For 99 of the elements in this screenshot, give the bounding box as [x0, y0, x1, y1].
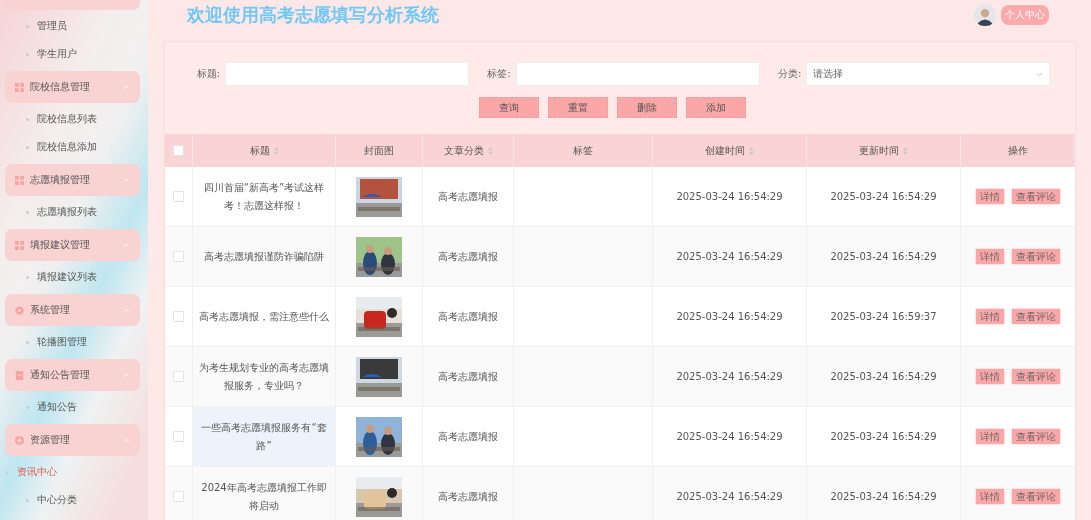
row-action-button[interactable]: 详情 [976, 249, 1004, 264]
field-label: 标签: [486, 67, 511, 81]
chevron-icon [123, 242, 130, 248]
row-action-button[interactable]: 详情 [976, 189, 1004, 204]
field-label: 分类: [776, 67, 802, 81]
menu-item[interactable]: 院校信息列表 [0, 105, 97, 133]
table-cell: 高考志愿填报，需注意些什么 [193, 287, 336, 346]
chevron-icon [123, 307, 130, 313]
menu-group-label: 志愿填报管理 [30, 173, 91, 187]
row-action-button[interactable]: 查看评论 [1012, 429, 1060, 444]
chevron-icon [123, 437, 130, 443]
column-header: 封面图 [364, 143, 394, 158]
table-cell: 2025-03-24 16:54:29 [653, 467, 807, 520]
menu-group-label: 资源管理 [30, 433, 71, 447]
menu-group-header[interactable]: 志愿填报管理 [5, 164, 140, 196]
table-cell: 2025-03-24 16:54:29 [653, 227, 807, 286]
plus-circle-icon [15, 435, 24, 445]
row-action-button[interactable]: 查看评论 [1012, 249, 1060, 264]
row-action-button[interactable]: 详情 [976, 369, 1004, 384]
sort-icon[interactable] [487, 146, 493, 155]
menu-group-label: 院校信息管理 [30, 80, 91, 94]
chevron-icon [123, 84, 130, 90]
menu-item[interactable]: 学生用户 [0, 40, 77, 68]
table-cell: 高考志愿填报 [423, 287, 514, 346]
avatar-icon[interactable] [974, 4, 996, 26]
menu-group-label: 通知公告管理 [30, 368, 91, 382]
column-header[interactable]: 创建时间 [705, 143, 745, 158]
table-cell: 2025-03-24 16:54:29 [807, 467, 961, 520]
table-cell: 四川首届“新高考”考试这样考！志愿这样报！ [193, 167, 336, 226]
row-action-button[interactable]: 查看评论 [1012, 369, 1060, 384]
grid-icon [15, 82, 24, 92]
column-header: 操作 [1007, 143, 1028, 158]
document-icon [15, 370, 24, 380]
grid-icon [15, 175, 24, 185]
table-cell: 2024年高考志愿填报工作即将启动 [193, 467, 336, 520]
select-field[interactable]: 请选择 [806, 62, 1051, 86]
row-action-button[interactable]: 详情 [976, 309, 1004, 324]
menu-group-header[interactable]: 资源管理 [5, 424, 140, 456]
table-cell: 高考志愿填报 [423, 227, 514, 286]
column-header[interactable]: 更新时间 [859, 143, 899, 158]
row-action-button[interactable]: 查看评论 [1012, 189, 1060, 204]
menu-group-header[interactable]: 系统管理 [5, 294, 140, 326]
menu-group-header[interactable]: 通知公告管理 [5, 359, 140, 391]
checkbox[interactable] [173, 251, 184, 262]
column-header[interactable]: 标题 [249, 141, 270, 160]
column-header[interactable]: 文章分类 [443, 143, 484, 158]
table-cell: 2025-03-24 16:54:29 [807, 347, 961, 406]
action-button[interactable]: 删除 [616, 97, 677, 118]
menu-item[interactable]: 填报建议列表 [0, 263, 97, 291]
checkbox[interactable] [173, 371, 184, 382]
table-cell: 高考志愿填报 [423, 467, 514, 520]
table-cell: 一些高考志愿填报服务有“套路” [193, 407, 336, 466]
menu-item[interactable]: 资讯中心 [0, 458, 63, 486]
table-cell: 2025-03-24 16:54:29 [807, 167, 961, 226]
table-cell: 为考生规划专业的高考志愿填报服务，专业吗？ [193, 347, 336, 406]
checkbox[interactable] [173, 145, 184, 156]
checkbox[interactable] [173, 491, 184, 502]
grid-icon [15, 240, 24, 250]
checkbox[interactable] [173, 311, 184, 322]
menu-item[interactable]: 管理员 [0, 12, 67, 40]
field-label: 标题: [195, 67, 220, 81]
row-action-button[interactable]: 查看评论 [1012, 489, 1060, 504]
table-cell: 高考志愿填报谨防诈骗陷阱 [193, 227, 336, 286]
menu-item[interactable]: 通知公告 [0, 393, 77, 421]
checkbox[interactable] [173, 431, 184, 442]
menu-group-label: 系统管理 [30, 303, 71, 317]
table-cell: 2025-03-24 16:54:29 [807, 227, 961, 286]
action-button[interactable]: 添加 [685, 97, 746, 118]
chevron-icon [123, 177, 130, 183]
chevron-icon [123, 372, 130, 378]
table-cell: 高考志愿填报 [423, 407, 514, 466]
table-cell: 2025-03-24 16:54:29 [653, 347, 807, 406]
table-cell: 高考志愿填报 [423, 167, 514, 226]
sort-icon[interactable] [749, 146, 754, 155]
menu-group-header[interactable]: 填报建议管理 [5, 229, 140, 261]
checkbox[interactable] [173, 191, 184, 202]
table-cell: 2025-03-24 16:54:29 [653, 167, 807, 226]
menu-item[interactable]: 中心分类 [0, 486, 77, 514]
sort-icon[interactable] [273, 146, 279, 155]
menu-group-label: 填报建议管理 [30, 238, 91, 252]
gear-icon [15, 305, 24, 315]
action-button[interactable]: 重置 [547, 97, 608, 118]
row-action-button[interactable]: 详情 [976, 429, 1004, 444]
table-cell: 2025-03-24 16:54:29 [653, 287, 807, 346]
menu-item[interactable]: 院校信息添加 [0, 133, 97, 161]
table-cell: 2025-03-24 16:54:29 [653, 407, 807, 466]
row-action-button[interactable]: 详情 [976, 489, 1004, 504]
menu-item[interactable]: 志愿填报列表 [0, 198, 97, 226]
page-title: 欢迎使用高考志愿填写分析系统 [187, 3, 439, 27]
chevron-icon [1036, 71, 1044, 77]
menu-group-header[interactable]: 院校信息管理 [5, 71, 140, 103]
menu-item[interactable]: 轮播图管理 [0, 328, 87, 356]
sort-icon[interactable] [903, 146, 908, 155]
column-header: 标签 [573, 143, 593, 158]
action-button[interactable]: 查询 [478, 97, 539, 118]
table-cell: 高考志愿填报 [423, 347, 514, 406]
row-action-button[interactable]: 查看评论 [1012, 309, 1060, 324]
table-cell: 2025-03-24 16:54:29 [807, 407, 961, 466]
table-cell: 2025-03-24 16:59:37 [807, 287, 961, 346]
